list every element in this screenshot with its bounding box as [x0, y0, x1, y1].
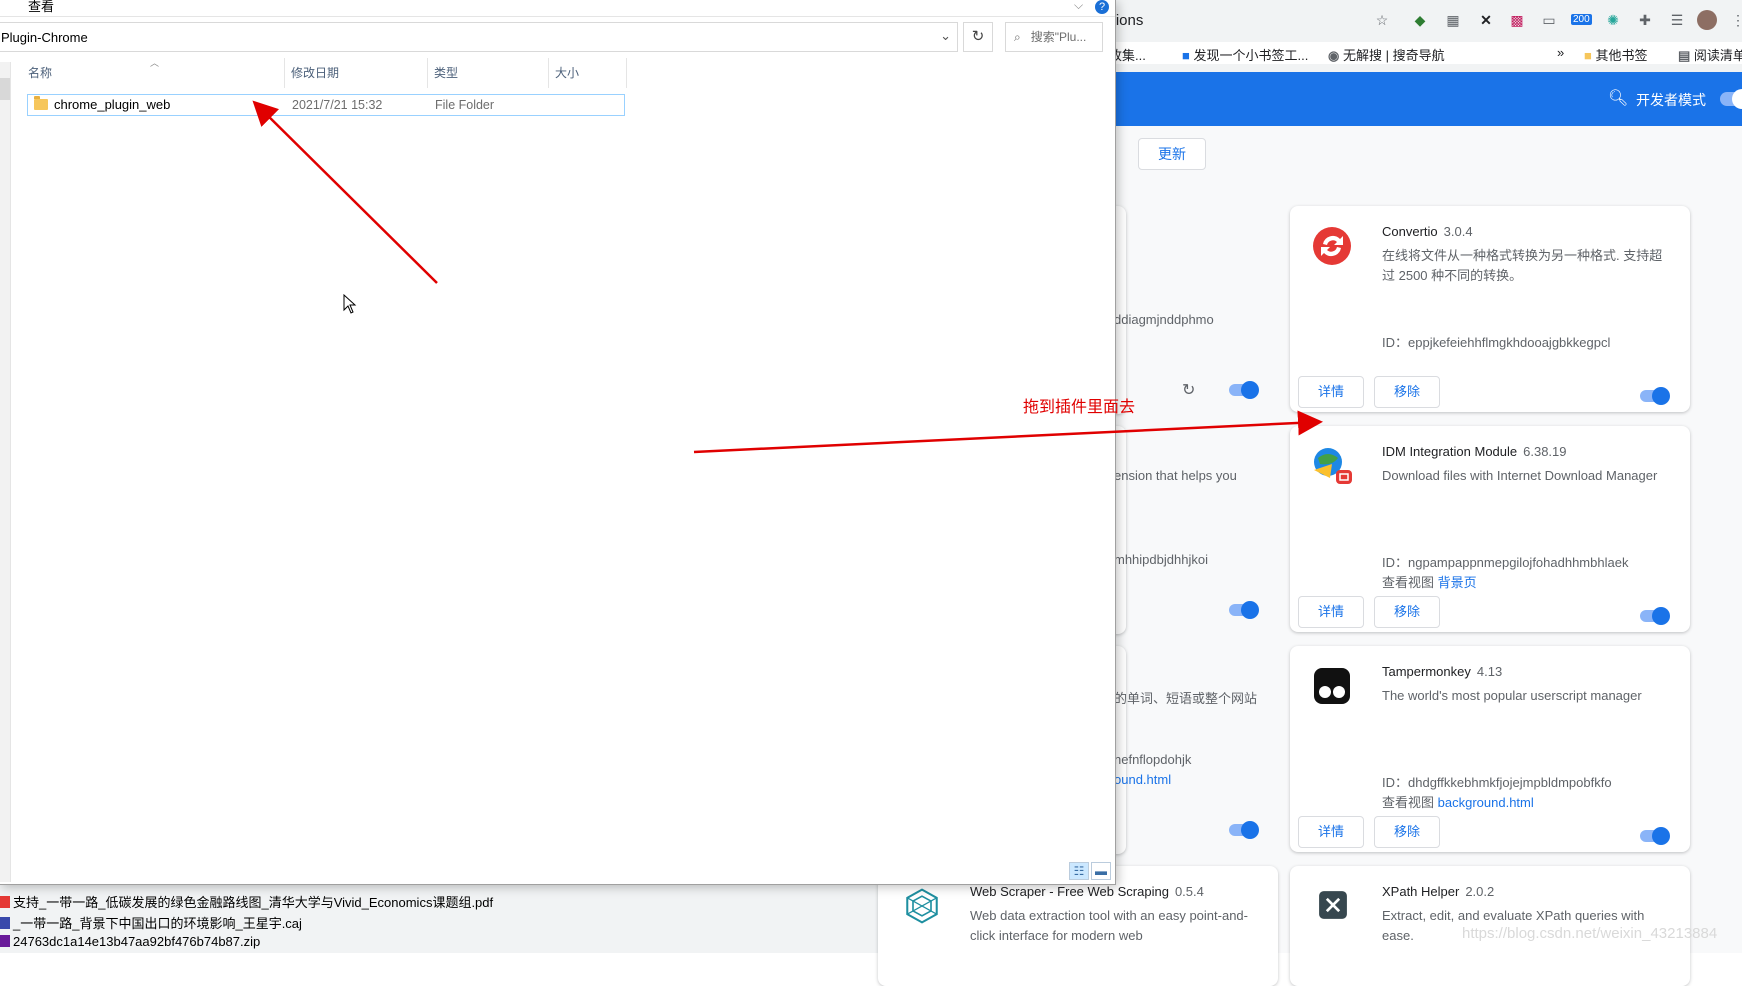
address-bar[interactable]: nsions	[1100, 8, 1400, 34]
bookmark-overflow-chevron[interactable]: »	[1557, 45, 1564, 60]
extension-id: ID：eppjkefeiehhflmgkhdooajgbkkegpcl	[1382, 335, 1611, 350]
extension-toggle[interactable]	[1229, 381, 1259, 399]
details-button[interactable]: 详情	[1298, 376, 1364, 408]
chevron-down-icon[interactable]: ⌵	[1074, 0, 1083, 13]
menu-dots-icon[interactable]: ⋮	[1728, 10, 1742, 30]
view-menu[interactable]: 查看	[28, 0, 54, 15]
extension-name: IDM Integration Module 6.38.19	[1382, 444, 1567, 459]
convertio-logo-icon	[1313, 227, 1351, 265]
background-page-link[interactable]: 背景页	[1438, 575, 1477, 590]
zip-file-icon	[0, 935, 10, 947]
extension-description: Web data extraction tool with an easy po…	[970, 908, 1248, 943]
remove-button[interactable]: 移除	[1374, 596, 1440, 628]
refresh-button[interactable]: ↻	[963, 22, 993, 52]
extension-leaf-icon[interactable]: ◆	[1410, 10, 1430, 30]
extension-toggle[interactable]	[1229, 821, 1259, 839]
update-button[interactable]: 更新	[1138, 138, 1206, 170]
inspect-views: 查看视图 background.html	[1382, 795, 1534, 810]
address-bar[interactable]: Plugin-Chrome ⌄	[0, 22, 958, 52]
watermark: https://blog.csdn.net/weixin_43213884	[1462, 925, 1718, 942]
file-modified: 2021/7/21 15:32	[292, 98, 383, 112]
inspect-views: 查看视图 背景页	[1382, 575, 1477, 590]
column-header-size[interactable]: 大小	[554, 58, 627, 88]
window-grid-icon[interactable]: ▦	[1443, 10, 1463, 30]
search-icon: ⌕	[1014, 30, 1021, 44]
reload-icon[interactable]: ↻	[1182, 380, 1195, 400]
extension-description: The world's most popular userscript mana…	[1382, 688, 1642, 703]
badge-extension-icon[interactable]: 200	[1571, 10, 1592, 30]
extension-name: Web Scraper - Free Web Scraping 0.5.4	[970, 884, 1204, 899]
desktop-file[interactable]: 24763dc1a14e13b47aa92bf476b74b87.zip	[0, 934, 260, 949]
ribbon-strip: 查看 ⌵ ?	[0, 0, 1115, 17]
avatar[interactable]	[1697, 10, 1717, 30]
file-type: File Folder	[435, 98, 495, 112]
extension-name: XPath Helper 2.0.2	[1382, 884, 1495, 899]
extension-toggle[interactable]	[1640, 387, 1670, 405]
extensions-header: 🔍︎ 开发者模式	[1100, 72, 1742, 126]
reading-list-icon[interactable]: ☰	[1667, 10, 1687, 30]
qr-extension-icon[interactable]: ▩	[1507, 10, 1527, 30]
search-input[interactable]: ⌕ 搜索"Plu...	[1005, 22, 1103, 52]
extension-card-convertio: Convertio 3.0.4 在线将文件从一种格式转换为另一种格式. 支持超过 …	[1290, 206, 1690, 412]
extension-card-idm: IDM Integration Module 6.38.19 Download f…	[1290, 426, 1690, 632]
navigation-pane-selected[interactable]	[0, 78, 10, 100]
column-header-name[interactable]: 名称	[27, 58, 285, 88]
extension-toggle[interactable]	[1640, 607, 1670, 625]
extension-description: Download files with Internet Download Ma…	[1382, 468, 1658, 483]
tampermonkey-logo-icon	[1314, 668, 1350, 704]
file-explorer-window: 查看 ⌵ ? Plugin-Chrome ⌄ ↻ ⌕ 搜索"Plu... ︿ 名称…	[0, 0, 1116, 885]
x-extension-icon[interactable]: ✕	[1476, 10, 1496, 30]
extension-name: Convertio 3.0.4	[1382, 224, 1473, 239]
details-button[interactable]: 详情	[1298, 596, 1364, 628]
desktop-file[interactable]: _一带一路_背景下中国出口的环境影响_王星宇.caj	[0, 913, 302, 932]
details-view-icon[interactable]: ☷	[1069, 862, 1089, 880]
extension-toggle[interactable]	[1640, 827, 1670, 845]
bookmark-item[interactable]: ◉ 无解搜 | 搜奇导航	[1328, 45, 1445, 64]
annotation-label: 拖到插件里面去	[1023, 399, 1136, 416]
large-icons-view-icon[interactable]: ▬	[1091, 862, 1111, 880]
bookmarks-bar: | 收集... ■ 发现一个小书签工... ◉ 无解搜 | 搜奇导航 » ■ 其…	[1100, 42, 1742, 64]
folder-icon	[34, 96, 48, 110]
column-header-type[interactable]: 类型	[433, 58, 549, 88]
caj-file-icon	[0, 917, 10, 929]
extension-id: ID：ngpampappnmepgilojfohadhhmbhlaek	[1382, 555, 1629, 570]
mouse-cursor-icon	[343, 294, 357, 314]
navigation-pane[interactable]	[0, 62, 11, 882]
column-header-modified[interactable]: 修改日期	[290, 58, 428, 88]
bookmark-item[interactable]: ■ 发现一个小书签工...	[1182, 45, 1308, 64]
extension-toggle[interactable]	[1229, 601, 1259, 619]
background-page-link[interactable]: background.html	[1438, 795, 1534, 810]
extension-description: 在线将文件从一种格式转换为另一种格式. 支持超过 2500 种不同的转换。	[1382, 248, 1663, 283]
chevron-down-icon[interactable]: ⌄	[940, 28, 951, 44]
address-path: Plugin-Chrome	[1, 30, 88, 45]
view-toggle: ☷ ▬	[1067, 862, 1111, 880]
extension-card-tampermonkey: Tampermonkey 4.13 The world's most popula…	[1290, 646, 1690, 852]
star-icon[interactable]: ☆	[1372, 10, 1392, 30]
xpath-helper-logo-icon	[1319, 891, 1347, 919]
desktop-file[interactable]: 支持_一带一路_低碳发展的绿色金融路线图_清华大学与Vivid_Economic…	[0, 892, 493, 911]
bookmark-folder-other[interactable]: ■ 其他书签	[1584, 45, 1648, 64]
web-scraper-logo-icon	[906, 888, 938, 924]
pdf-file-icon	[0, 896, 10, 908]
remove-button[interactable]: 移除	[1374, 376, 1440, 408]
details-button[interactable]: 详情	[1298, 816, 1364, 848]
developer-mode-label: 开发者模式	[1636, 92, 1706, 108]
remove-button[interactable]: 移除	[1374, 816, 1440, 848]
search-icon[interactable]: 🔍︎	[1608, 88, 1628, 108]
reading-list-button[interactable]: ▤ 阅读清单	[1678, 45, 1742, 64]
developer-mode-toggle[interactable]	[1720, 89, 1742, 109]
extension-name: Tampermonkey 4.13	[1382, 664, 1503, 679]
window-icon[interactable]: ▭	[1539, 10, 1559, 30]
react-extension-icon[interactable]: ✺	[1603, 10, 1623, 30]
file-row[interactable]: chrome_plugin_web 2021/7/21 15:32 File F…	[27, 94, 625, 116]
help-icon[interactable]: ?	[1095, 0, 1109, 14]
idm-logo-icon	[1314, 448, 1352, 484]
puzzle-extensions-icon[interactable]: ✚	[1635, 10, 1655, 30]
file-name: chrome_plugin_web	[54, 97, 171, 112]
extension-id: ID：dhdgffkkebhmkfjojejmpbldmpobfkfo	[1382, 775, 1612, 790]
